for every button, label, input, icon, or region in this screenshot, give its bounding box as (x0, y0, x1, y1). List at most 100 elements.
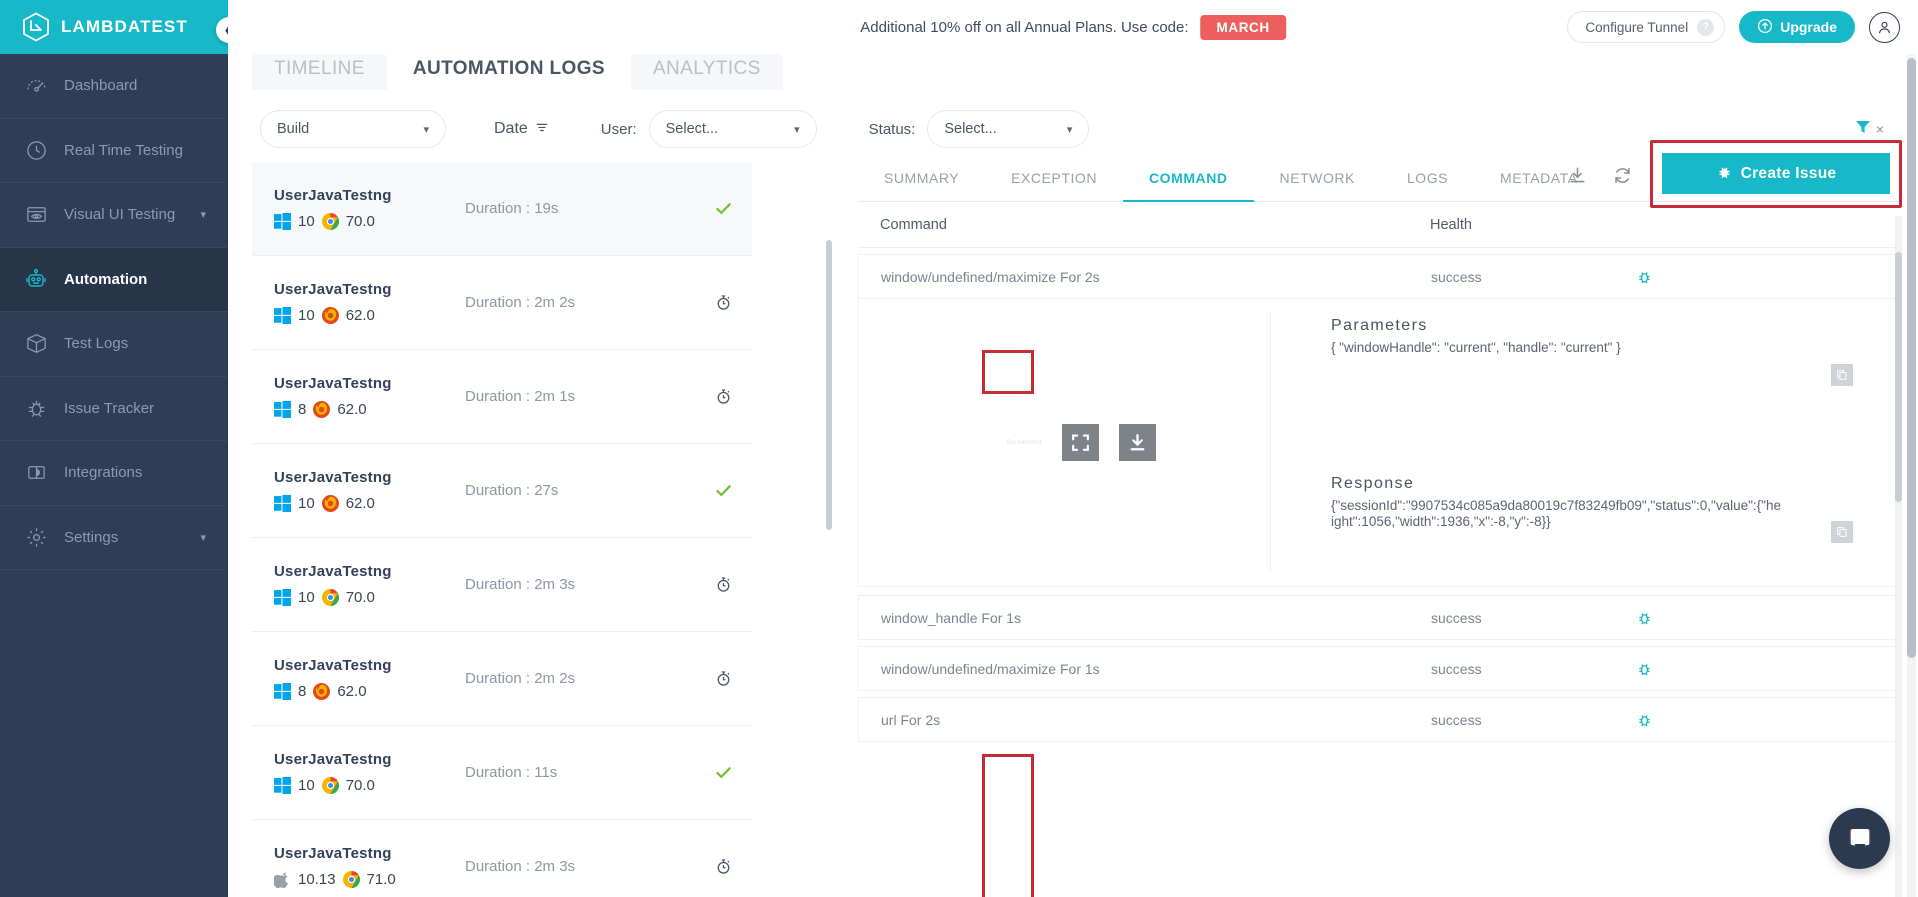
tab-automation-logs[interactable]: AUTOMATION LOGS (391, 54, 627, 90)
clear-filters-button[interactable]: × (1855, 119, 1884, 140)
test-list-scrollbar[interactable] (826, 240, 832, 530)
command-row[interactable]: window/undefined/maximize For 2s success (858, 254, 1900, 299)
tab-command[interactable]: COMMAND (1123, 154, 1254, 202)
lambdatest-logo-icon (22, 12, 50, 42)
test-name: UserJavaTestng (274, 563, 459, 580)
help-icon[interactable]: ? (1697, 19, 1714, 36)
os-version: 10 (298, 213, 315, 230)
user-select[interactable]: Select... ▾ (649, 110, 817, 148)
date-filter-button[interactable]: Date (494, 120, 549, 139)
browser-version: 70.0 (346, 213, 375, 230)
test-duration: Duration : 2m 3s (465, 858, 708, 875)
tab-logs[interactable]: LOGS (1381, 154, 1474, 202)
sidebar-item-integrations[interactable]: Integrations (0, 441, 228, 506)
test-list-item[interactable]: UserJavaTestng 10 70.0 Duration : 11s (252, 726, 752, 820)
sidebar-item-label: Settings (64, 529, 118, 546)
tab-timeline[interactable]: TIMELINE (252, 54, 387, 90)
parameters-body: { "windowHandle": "current", "handle": "… (1331, 340, 1783, 357)
promo-text: Additional 10% off on all Annual Plans. … (860, 19, 1188, 36)
puzzle-icon (22, 459, 50, 487)
browser-version: 62.0 (346, 307, 375, 324)
tab-summary[interactable]: SUMMARY (858, 154, 985, 202)
refresh-icon[interactable] (1613, 166, 1632, 190)
copy-icon[interactable] (1831, 364, 1853, 386)
tab-exception[interactable]: EXCEPTION (985, 154, 1123, 202)
status-badge (708, 670, 738, 687)
report-bug-button[interactable] (1619, 710, 1669, 729)
eye-window-icon (22, 201, 50, 229)
upgrade-button[interactable]: Upgrade (1739, 11, 1855, 43)
chevron-down-icon: ▾ (794, 123, 800, 136)
test-name: UserJavaTestng (274, 845, 459, 862)
sidebar: LAMBDATEST ❮ Dashboard Real Time Testing (0, 0, 228, 897)
response-title: Response (1331, 475, 1859, 493)
status-select[interactable]: Select... ▾ (927, 110, 1089, 148)
intercom-chat-button[interactable] (1829, 808, 1890, 869)
configure-tunnel-label: Configure Tunnel (1585, 20, 1688, 35)
clear-filter-x-label: × (1876, 121, 1884, 137)
report-bug-button[interactable] (1619, 608, 1669, 627)
page-scrollbar[interactable] (1907, 58, 1916, 658)
sidebar-logo[interactable]: LAMBDATEST ❮ (0, 0, 228, 54)
chrome-icon (322, 213, 339, 230)
column-header-command: Command (880, 217, 1430, 233)
bug-icon (22, 394, 50, 422)
windows-icon (274, 589, 291, 606)
command-row[interactable]: url For 2s success (858, 697, 1900, 742)
status-badge (708, 763, 738, 782)
os-version: 10 (298, 495, 315, 512)
sidebar-item-label: Integrations (64, 464, 142, 481)
test-list-item[interactable]: UserJavaTestng 8 62.0 Duration : 2m 1s (252, 350, 752, 444)
sidebar-item-label: Real Time Testing (64, 142, 183, 159)
fullscreen-icon[interactable] (1062, 424, 1099, 461)
report-bug-button[interactable] (1619, 659, 1669, 678)
tab-analytics[interactable]: ANALYTICS (631, 54, 783, 90)
upgrade-arrow-icon (1757, 18, 1773, 37)
top-bar: Additional 10% off on all Annual Plans. … (228, 0, 1918, 54)
create-issue-label: Create Issue (1741, 165, 1837, 183)
os-version: 10 (298, 307, 315, 324)
windows-icon (274, 401, 291, 418)
command-health: success (1431, 269, 1731, 285)
browser-version: 70.0 (346, 777, 375, 794)
windows-icon (274, 307, 291, 324)
sidebar-item-visual-ui-testing[interactable]: Visual UI Testing ▾ (0, 183, 228, 248)
test-list-item[interactable]: UserJavaTestng 8 62.0 Duration : 2m 2s (252, 632, 752, 726)
command-row[interactable]: window/undefined/maximize For 1s success (858, 646, 1900, 691)
sidebar-item-real-time-testing[interactable]: Real Time Testing (0, 119, 228, 184)
test-list-item[interactable]: UserJavaTestng 10 70.0 Duration : 19s (252, 162, 752, 256)
test-name: UserJavaTestng (274, 281, 459, 298)
test-duration: Duration : 2m 2s (465, 294, 708, 311)
browser-version: 70.0 (346, 589, 375, 606)
chevron-down-icon: ▾ (423, 123, 429, 136)
build-select-value: Build (277, 121, 309, 137)
response-block: Response {"sessionId":"9907534c085a9da80… (1331, 475, 1859, 531)
test-name: UserJavaTestng (274, 469, 459, 486)
report-bug-button[interactable] (1619, 267, 1669, 286)
download-icon[interactable] (1568, 166, 1587, 190)
sidebar-item-test-logs[interactable]: Test Logs (0, 312, 228, 377)
sidebar-item-issue-tracker[interactable]: Issue Tracker (0, 377, 228, 442)
status-badge (708, 388, 738, 405)
sidebar-item-dashboard[interactable]: Dashboard (0, 54, 228, 119)
sidebar-item-settings[interactable]: Settings ▾ (0, 506, 228, 571)
download-icon[interactable] (1119, 424, 1156, 461)
test-list-item[interactable]: UserJavaTestng 10 70.0 Duration : 2m 3s (252, 538, 752, 632)
copy-icon[interactable] (1831, 521, 1853, 543)
firefox-icon (313, 401, 330, 418)
tab-network[interactable]: NETWORK (1254, 154, 1381, 202)
firefox-icon (322, 307, 339, 324)
sidebar-item-automation[interactable]: Automation (0, 248, 228, 313)
test-item-info: UserJavaTestng 10 70.0 (274, 751, 459, 794)
user-avatar-button[interactable] (1869, 12, 1900, 43)
build-select[interactable]: Build ▾ (260, 110, 446, 148)
create-issue-button[interactable]: Create Issue (1662, 153, 1890, 194)
test-list-item[interactable]: UserJavaTestng 10 62.0 Duration : 2m 2s (252, 256, 752, 350)
configure-tunnel-button[interactable]: Configure Tunnel ? (1567, 11, 1725, 43)
test-list-item[interactable]: UserJavaTestng 10.13 71.0 Duration : 2m … (252, 820, 752, 897)
test-list-item[interactable]: UserJavaTestng 10 62.0 Duration : 27s (252, 444, 752, 538)
test-item-info: UserJavaTestng 8 62.0 (274, 375, 459, 418)
os-version: 10 (298, 777, 315, 794)
command-row[interactable]: window_handle For 1s success (858, 595, 1900, 640)
command-scrollbar[interactable] (1895, 252, 1902, 502)
